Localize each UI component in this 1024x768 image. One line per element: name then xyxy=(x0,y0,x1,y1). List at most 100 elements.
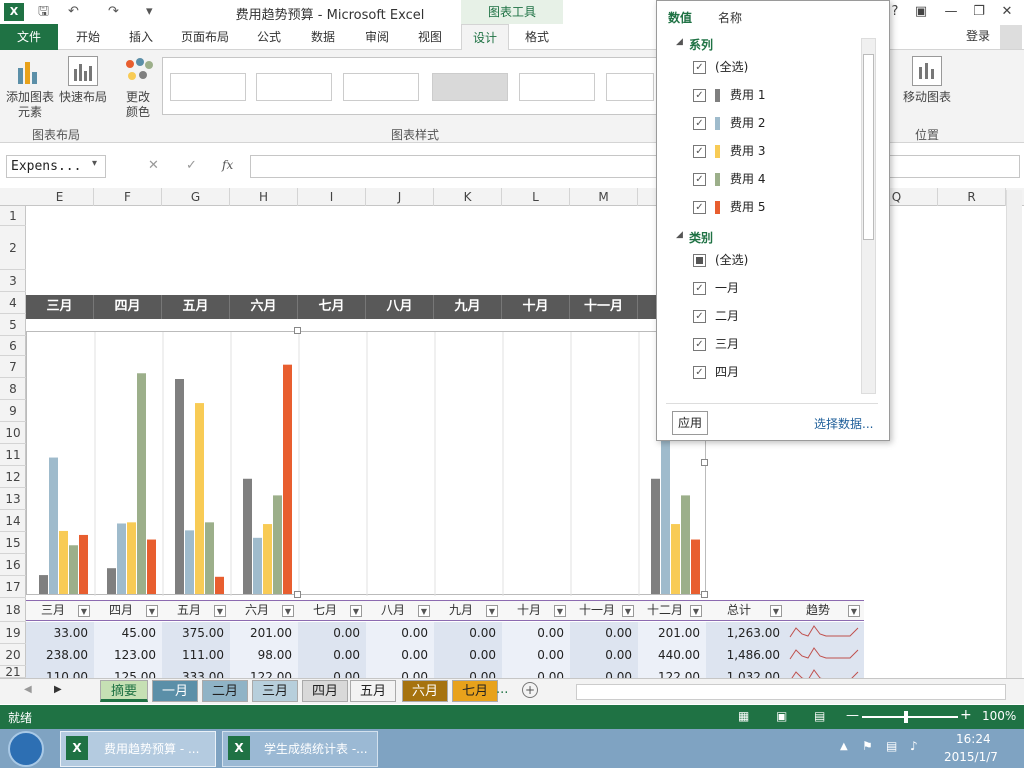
table-cell[interactable]: 201.00 xyxy=(638,622,706,644)
checkbox-checked-icon[interactable]: ✓ xyxy=(693,145,706,158)
row-header[interactable]: 12 xyxy=(0,466,26,488)
sheet-tab[interactable]: 七月 xyxy=(452,680,498,702)
restore-icon[interactable]: ❐ xyxy=(968,2,990,22)
cancel-icon[interactable]: ✕ xyxy=(148,158,159,173)
tab-home[interactable]: 开始 xyxy=(62,24,114,50)
chart-bar[interactable] xyxy=(127,522,136,594)
table-cell[interactable]: 0.00 xyxy=(298,622,366,644)
row-header[interactable]: 15 xyxy=(0,532,26,554)
page-break-view-icon[interactable]: ▤ xyxy=(814,709,825,723)
filter-dropdown-icon[interactable]: ▼ xyxy=(418,605,430,617)
chart-bar[interactable] xyxy=(49,457,58,594)
row-header[interactable]: 21 xyxy=(0,666,26,678)
filter-dropdown-icon[interactable]: ▼ xyxy=(214,605,226,617)
chart-bar[interactable] xyxy=(681,495,690,594)
table-cell[interactable]: 33.00 xyxy=(26,622,94,644)
series-select-all[interactable]: (全选) xyxy=(715,57,748,77)
chart-bar[interactable] xyxy=(195,403,204,594)
clock-date[interactable]: 2015/1/7 xyxy=(944,750,998,764)
chart-bar[interactable] xyxy=(215,576,224,594)
name-box-dropdown-icon[interactable]: ▾ xyxy=(92,158,97,169)
column-header[interactable]: J xyxy=(366,188,434,206)
tab-review[interactable]: 审阅 xyxy=(352,24,402,50)
table-cell[interactable]: 111.00 xyxy=(162,644,230,666)
quick-layout-icon[interactable] xyxy=(68,56,98,86)
column-header[interactable]: M xyxy=(570,188,638,206)
table-cell[interactable]: 98.00 xyxy=(230,644,298,666)
row-header[interactable]: 4 xyxy=(0,292,26,314)
row-header[interactable]: 5 xyxy=(0,314,26,336)
sparkline[interactable] xyxy=(786,666,864,678)
series-item[interactable]: 费用 4 xyxy=(730,169,765,189)
checkbox-checked-icon[interactable]: ✓ xyxy=(693,338,706,351)
chart-style-3[interactable] xyxy=(343,73,419,101)
table-cell[interactable]: 0.00 xyxy=(502,622,570,644)
table-cell[interactable]: 125.00 xyxy=(94,666,162,678)
column-header[interactable]: F xyxy=(94,188,162,206)
filter-dropdown-icon[interactable]: ▼ xyxy=(770,605,782,617)
zoom-in-icon[interactable]: + xyxy=(960,707,972,723)
chart-resize-handle[interactable] xyxy=(294,591,301,598)
table-cell[interactable]: 0.00 xyxy=(434,644,502,666)
chart-bar[interactable] xyxy=(39,575,48,594)
select-data-link[interactable]: 选择数据... xyxy=(814,415,873,432)
vertical-scrollbar[interactable] xyxy=(1006,190,1022,678)
chart-style-5[interactable] xyxy=(519,73,595,101)
filter-dropdown-icon[interactable]: ▼ xyxy=(146,605,158,617)
row-header[interactable]: 8 xyxy=(0,378,26,400)
checkbox-checked-icon[interactable]: ✓ xyxy=(693,282,706,295)
filter-dropdown-icon[interactable]: ▼ xyxy=(622,605,634,617)
chart-bar[interactable] xyxy=(651,478,660,594)
close-icon[interactable]: ✕ xyxy=(996,2,1018,22)
column-chart[interactable] xyxy=(27,332,707,596)
scroll-tabs-right-icon[interactable]: ▶ xyxy=(54,684,62,695)
add-chart-element-icon[interactable] xyxy=(16,58,42,86)
column-header[interactable]: L xyxy=(502,188,570,206)
chart-resize-handle[interactable] xyxy=(294,327,301,334)
series-item[interactable]: 费用 2 xyxy=(730,113,765,133)
column-header[interactable]: E xyxy=(26,188,94,206)
column-header[interactable]: G xyxy=(162,188,230,206)
collapse-category-icon[interactable]: ◢ xyxy=(676,230,683,240)
row-header[interactable]: 6 xyxy=(0,336,26,356)
table-cell[interactable]: 45.00 xyxy=(94,622,162,644)
chart-bar[interactable] xyxy=(59,530,68,594)
zoom-level[interactable]: 100% xyxy=(982,709,1016,723)
sparkline[interactable] xyxy=(786,644,864,666)
table-cell[interactable]: 0.00 xyxy=(502,644,570,666)
row-header[interactable]: 16 xyxy=(0,554,26,576)
sheet-tab[interactable]: 六月 xyxy=(402,680,448,702)
table-cell[interactable]: 333.00 xyxy=(162,666,230,678)
ribbon-display-icon[interactable]: ▣ xyxy=(910,2,932,22)
table-cell[interactable]: 0.00 xyxy=(298,644,366,666)
table-cell[interactable]: 0.00 xyxy=(570,622,638,644)
row-header[interactable]: 1 xyxy=(0,206,26,226)
table-cell[interactable]: 201.00 xyxy=(230,622,298,644)
sheet-tab[interactable]: 五月 xyxy=(350,680,396,702)
clock-time[interactable]: 16:24 xyxy=(956,732,991,746)
tab-view[interactable]: 视图 xyxy=(406,24,454,50)
checkbox-checked-icon[interactable]: ✓ xyxy=(693,201,706,214)
new-sheet-icon[interactable]: + xyxy=(522,682,538,698)
move-chart-button[interactable]: 移动图表 xyxy=(896,90,958,105)
action-center-icon[interactable]: ⚑ xyxy=(862,739,873,753)
volume-icon[interactable]: ♪ xyxy=(910,739,918,753)
sheet-tab[interactable]: 一月 xyxy=(152,680,198,702)
network-icon[interactable]: ▤ xyxy=(886,739,897,753)
checkbox-checked-icon[interactable]: ✓ xyxy=(693,89,706,102)
checkbox-checked-icon[interactable]: ✓ xyxy=(693,310,706,323)
zoom-out-icon[interactable]: — xyxy=(846,708,859,723)
checkbox-checked-icon[interactable]: ✓ xyxy=(693,366,706,379)
page-layout-view-icon[interactable]: ▣ xyxy=(776,709,787,723)
enter-icon[interactable]: ✓ xyxy=(186,158,197,173)
table-cell[interactable]: 0.00 xyxy=(366,644,434,666)
table-cell[interactable]: 375.00 xyxy=(162,622,230,644)
row-header[interactable]: 7 xyxy=(0,356,26,378)
filter-dropdown-icon[interactable]: ▼ xyxy=(848,605,860,617)
add-chart-element-button[interactable]: 添加图表 元素 xyxy=(2,90,58,120)
apply-button[interactable]: 应用 xyxy=(672,411,708,435)
chart-area[interactable] xyxy=(26,331,707,596)
column-header[interactable]: H xyxy=(230,188,298,206)
tray-expand-icon[interactable]: ▲ xyxy=(840,741,848,752)
chart-bar[interactable] xyxy=(243,478,252,594)
